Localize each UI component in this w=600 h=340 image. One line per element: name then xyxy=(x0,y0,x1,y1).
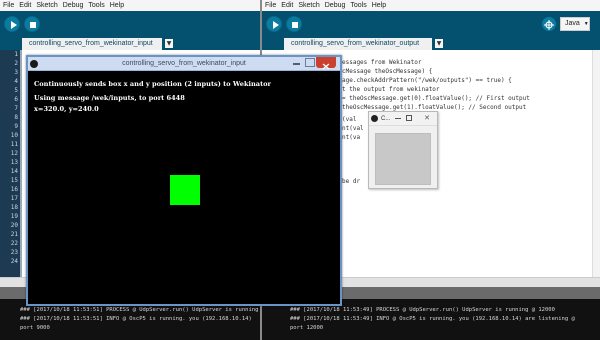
maximize-icon[interactable] xyxy=(305,58,315,67)
code-line: cMessage theOscMessage) { xyxy=(342,68,433,75)
maximize-icon[interactable] xyxy=(406,115,412,121)
menu-edit[interactable]: Edit xyxy=(281,2,293,9)
menu-edit[interactable]: Edit xyxy=(19,2,31,9)
code-line: be dr xyxy=(342,178,361,185)
tab-sketch-output[interactable]: controlling_servo_from_wekinator_output xyxy=(284,38,432,50)
code-line: nt(val xyxy=(342,125,364,132)
line-number: 11 xyxy=(10,141,18,148)
code-line: = theOscMessage.get(0).floatValue(); // … xyxy=(342,95,530,102)
line-number: 4 xyxy=(14,78,18,85)
processing-app-icon xyxy=(371,115,378,122)
debugger-icon xyxy=(544,20,554,30)
line-number: 19 xyxy=(10,213,18,220)
menu-sketch[interactable]: Sketch xyxy=(298,2,319,9)
toolbar xyxy=(0,11,260,37)
console-line: ### [2017/10/18 11:53:51] PROCESS @ UdpS… xyxy=(20,307,259,313)
line-number: 23 xyxy=(10,249,18,256)
console-line: port 12000 xyxy=(290,325,324,331)
console-line: ### [2017/10/18 11:53:49] PROCESS @ UdpS… xyxy=(290,307,555,313)
console-line: ### [2017/10/18 11:53:51] INFO @ OscP5 i… xyxy=(20,316,252,322)
play-icon xyxy=(273,21,279,29)
draggable-green-box[interactable] xyxy=(170,175,200,205)
toolbar: Java ▼ xyxy=(262,11,600,37)
menu-tools[interactable]: Tools xyxy=(350,2,366,9)
minimize-icon[interactable] xyxy=(395,118,401,119)
line-number: 3 xyxy=(14,69,18,76)
close-button[interactable] xyxy=(316,57,336,70)
line-number-gutter: 1 2 3 4 5 6 7 8 9 10 11 12 13 14 15 16 1… xyxy=(0,50,20,287)
mode-select[interactable]: Java ▼ xyxy=(560,17,590,31)
run-button[interactable] xyxy=(266,16,282,32)
menu-file[interactable]: File xyxy=(3,2,14,9)
sketch-position-readout: x=320.0, y=240.0 xyxy=(34,105,99,113)
menu-bar: File Edit Sketch Debug Tools Help xyxy=(262,0,600,11)
menu-sketch[interactable]: Sketch xyxy=(36,2,57,9)
tab-menu-arrow-icon[interactable]: ▼ xyxy=(435,39,443,48)
play-icon xyxy=(11,21,17,29)
line-number: 5 xyxy=(14,87,18,94)
sketch-canvas[interactable]: Continuously sends box x and y position … xyxy=(28,72,340,304)
stop-icon xyxy=(30,22,36,28)
menu-file[interactable]: File xyxy=(265,2,276,9)
sketch-message-text: Using message /wek/inputs, to port 6448 xyxy=(34,94,185,102)
line-number: 13 xyxy=(10,159,18,166)
line-number: 21 xyxy=(10,231,18,238)
stop-button[interactable] xyxy=(24,16,40,32)
console-line: ### [2017/10/18 11:53:49] INFO @ OscP5 i… xyxy=(290,316,575,322)
mode-label: Java xyxy=(565,20,580,27)
code-line: (val xyxy=(342,116,357,123)
debug-button[interactable] xyxy=(542,17,556,31)
line-number: 17 xyxy=(10,195,18,202)
line-number: 2 xyxy=(14,60,18,67)
menu-debug[interactable]: Debug xyxy=(325,2,346,9)
menu-help[interactable]: Help xyxy=(110,2,124,9)
chevron-down-icon: ▼ xyxy=(583,21,589,27)
minimize-icon[interactable] xyxy=(293,63,300,65)
code-line: t the output from wekinator xyxy=(342,86,440,93)
output-sketch-window[interactable]: C... ✕ xyxy=(368,111,438,189)
tab-bar: controlling_servo_from_wekinator_input ▼ xyxy=(0,37,260,50)
close-icon xyxy=(322,63,330,70)
line-number: 14 xyxy=(10,168,18,175)
menu-debug[interactable]: Debug xyxy=(63,2,84,9)
line-number: 20 xyxy=(10,222,18,229)
menu-help[interactable]: Help xyxy=(372,2,386,9)
line-number: 10 xyxy=(10,132,18,139)
line-number: 8 xyxy=(14,114,18,121)
line-number: 24 xyxy=(10,258,18,265)
sketch-window-titlebar[interactable]: controlling_servo_from_wekinator_input xyxy=(28,57,340,71)
console-line: port 9000 xyxy=(20,325,50,331)
close-icon[interactable]: ✕ xyxy=(420,113,434,124)
tab-bar: controlling_servo_from_wekinator_output … xyxy=(262,37,600,50)
menu-bar: File Edit Sketch Debug Tools Help xyxy=(0,0,260,11)
line-number: 6 xyxy=(14,96,18,103)
line-number: 18 xyxy=(10,204,18,211)
line-number: 16 xyxy=(10,186,18,193)
sketch-description-text: Continuously sends box x and y position … xyxy=(34,80,271,88)
code-line: age.checkAddrPattern("/wek/outputs") == … xyxy=(342,77,512,84)
line-number: 1 xyxy=(14,51,18,58)
line-number: 15 xyxy=(10,177,18,184)
input-sketch-window[interactable]: controlling_servo_from_wekinator_input C… xyxy=(26,55,342,306)
code-line: theOscMessage.get(1).floatValue(); // Se… xyxy=(342,104,527,111)
line-number: 7 xyxy=(14,105,18,112)
vertical-scrollbar[interactable] xyxy=(592,50,600,277)
stop-icon xyxy=(292,22,298,28)
line-number: 12 xyxy=(10,150,18,157)
gutter-divider xyxy=(20,50,22,287)
code-line: nt(va xyxy=(342,134,361,141)
output-sketch-canvas[interactable] xyxy=(375,133,431,185)
output-window-titlebar[interactable]: C... ✕ xyxy=(369,112,437,126)
code-line: essages from Wekinator xyxy=(342,59,422,66)
line-number: 22 xyxy=(10,240,18,247)
tab-menu-arrow-icon[interactable]: ▼ xyxy=(165,39,173,48)
menu-tools[interactable]: Tools xyxy=(88,2,104,9)
line-number: 9 xyxy=(14,123,18,130)
stop-button[interactable] xyxy=(286,16,302,32)
tab-sketch-input[interactable]: controlling_servo_from_wekinator_input xyxy=(22,38,162,50)
run-button[interactable] xyxy=(4,16,20,32)
output-window-title: C... xyxy=(381,116,391,122)
